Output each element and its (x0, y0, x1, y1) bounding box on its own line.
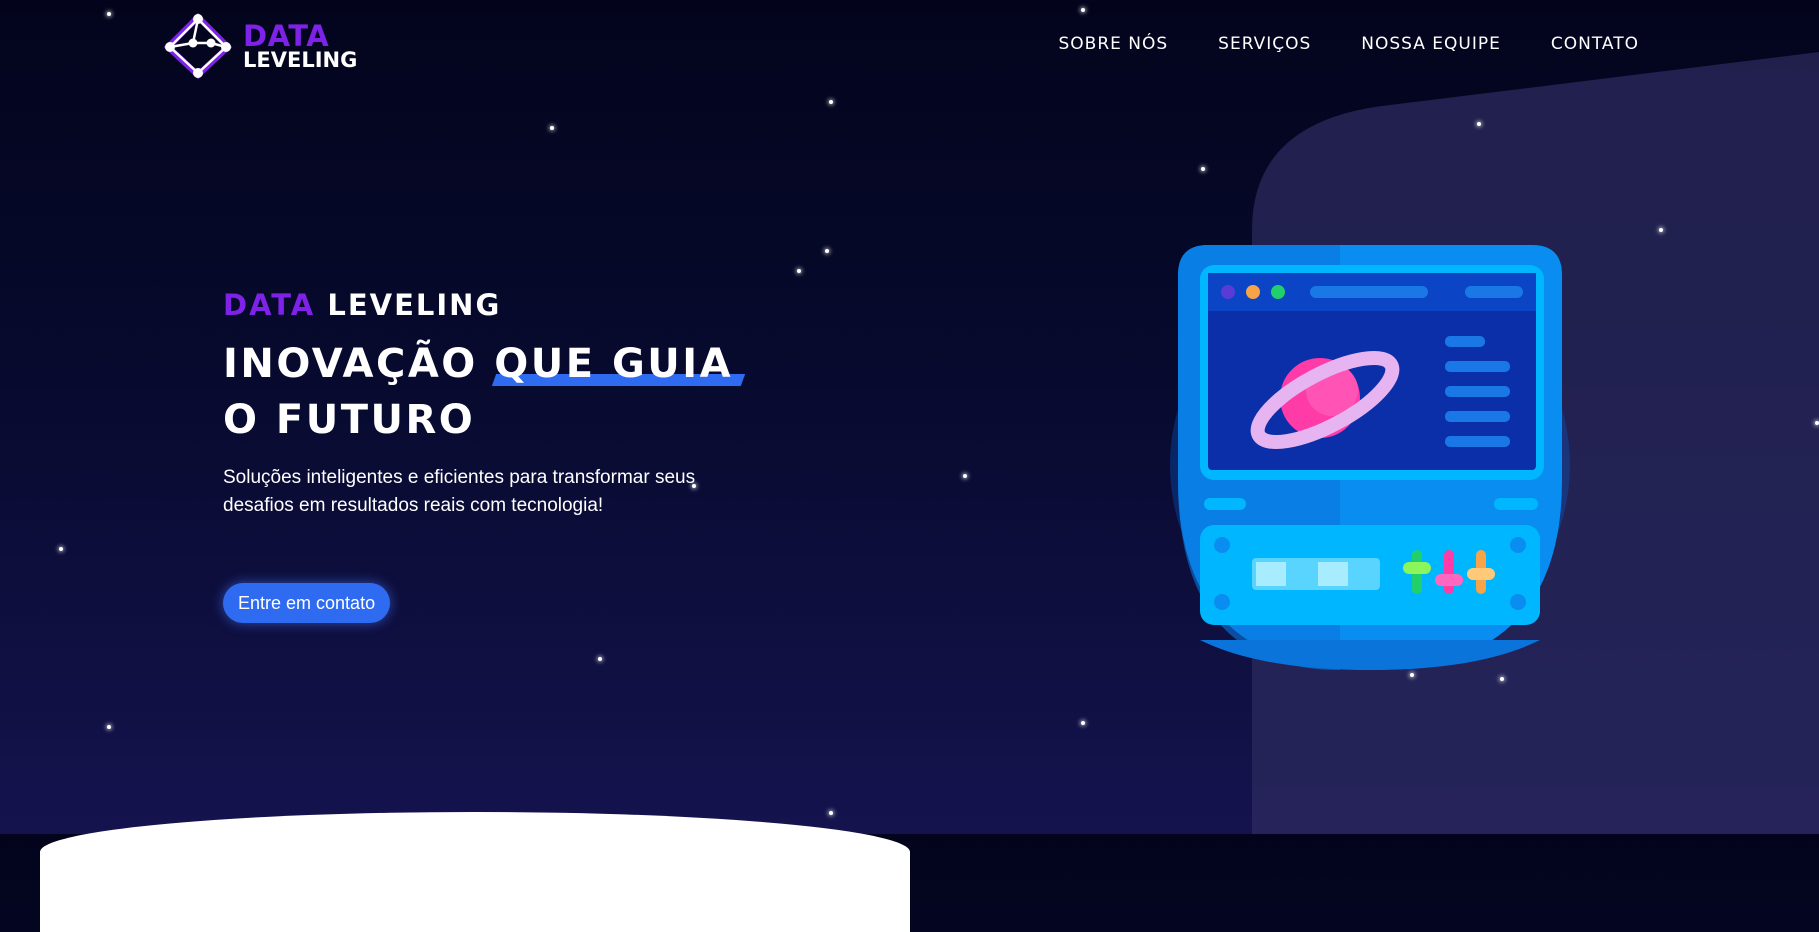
logo[interactable]: DATA LEVELING (163, 12, 358, 83)
star (59, 547, 63, 551)
hero-brand: DATA LEVELING (223, 288, 783, 322)
nav-link-sobre-nos[interactable]: SOBRE NÓS (1058, 34, 1168, 54)
planet-computer-illustration (1160, 240, 1600, 684)
hero-section: DATA LEVELING INOVAÇÃO QUE GUIA O FUTURO… (223, 288, 783, 520)
nav-link-nossa-equipe[interactable]: NOSSA EQUIPE (1361, 34, 1501, 54)
star (598, 657, 602, 661)
star (797, 269, 801, 273)
star (1815, 421, 1819, 425)
star (963, 474, 967, 478)
star (1477, 122, 1481, 126)
hero-subtitle: Soluções inteligentes e eficientes para … (223, 467, 696, 516)
star (829, 100, 833, 104)
headline-highlight-text: QUE GUIA (494, 341, 734, 387)
star (107, 725, 111, 729)
star (829, 811, 833, 815)
star (1081, 721, 1085, 725)
star (1201, 167, 1205, 171)
contact-button[interactable]: Entre em contato (223, 583, 391, 623)
hero-headline: INOVAÇÃO QUE GUIA O FUTURO (223, 336, 783, 448)
hero-brand-leveling: LEVELING (327, 288, 502, 322)
headline-highlight: QUE GUIA (492, 336, 746, 392)
logo-text-leveling: LEVELING (243, 48, 358, 72)
hero-brand-data: DATA (223, 288, 316, 322)
star (1081, 8, 1085, 12)
star (550, 126, 554, 130)
headline-text-end: O FUTURO (223, 397, 476, 443)
headline-text-start: INOVAÇÃO (223, 341, 495, 387)
star (107, 12, 111, 16)
star (825, 249, 829, 253)
diamond-network-icon (163, 12, 233, 83)
nav-link-contato[interactable]: CONTATO (1551, 34, 1639, 54)
star (1659, 228, 1663, 232)
nav-link-servicos[interactable]: SERVIÇOS (1218, 34, 1311, 54)
logo-text-data: DATA (243, 19, 330, 53)
bottom-curve (40, 812, 910, 932)
main-nav: SOBRE NÓS SERVIÇOS NOSSA EQUIPE CONTATO (1058, 34, 1639, 54)
